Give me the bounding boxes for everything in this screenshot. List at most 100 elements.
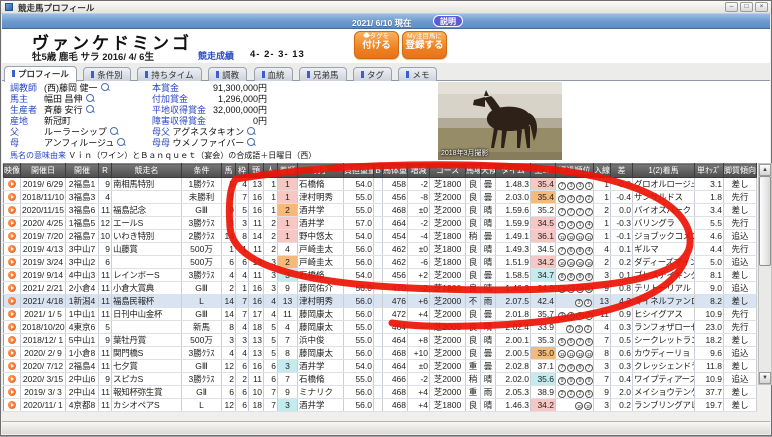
video-play-icon[interactable]	[8, 362, 16, 370]
cell-r: 4	[98, 190, 112, 204]
cell-diff: ±0	[407, 359, 430, 373]
cell-cond: GⅢ	[181, 281, 222, 295]
register-watchlist-button[interactable]: My注目馬に 登録する	[402, 31, 447, 59]
table-row[interactable]: 2018/11/10 3福島3 4 未勝利 9 7 16 1 1 津村明秀 55.0 456 -8 芝20…	[3, 190, 757, 204]
video-play-icon[interactable]	[8, 349, 16, 357]
cell-kai: 2福島4	[65, 359, 99, 373]
cell-body: 464	[382, 333, 408, 347]
cell-sa: 2.0	[610, 385, 633, 399]
maximize-button[interactable]: □	[740, 2, 753, 12]
name-meaning-value: Ｖｉｎ（ワイン）とＢａｎｑｕｅｔ（宴会）の合成語＋日曜日（西）	[68, 151, 317, 160]
tab-profile[interactable]: プロフィール	[4, 66, 77, 82]
video-play-icon[interactable]	[8, 193, 16, 201]
scrollbar-thumb[interactable]	[759, 176, 771, 266]
tab-tags[interactable]: タグ	[352, 67, 392, 82]
add-tag-button[interactable]: タグを 付ける	[354, 31, 399, 59]
cell-odds: 3.4	[694, 203, 724, 217]
cell-kin: 54.0	[343, 177, 374, 191]
video-play-icon[interactable]	[8, 401, 16, 409]
video-play-icon[interactable]	[8, 258, 16, 266]
cell-sa: -0.1	[610, 229, 633, 243]
video-play-icon[interactable]	[8, 297, 16, 305]
cell-r: 11	[98, 346, 112, 360]
video-play-icon[interactable]	[8, 284, 16, 292]
cell-nin: 6	[263, 372, 278, 386]
tab-pedigree[interactable]: 血統	[253, 67, 293, 82]
help-button[interactable]: 説明	[433, 15, 463, 27]
corner-position: 10	[585, 285, 593, 293]
table-row[interactable]: 2020/ 4/25 1福島5 12 エールS 3勝ｸﾗｽ 3 3 11 2 1 酒井学 57.0 46…	[3, 216, 757, 230]
cell-tou: 11	[248, 242, 264, 256]
table-row[interactable]: 2019/ 4/13 3中山7 9 山藤賞 500万 1 1 11 2 4 戸崎圭太 56.0 462 ±…	[3, 242, 757, 256]
table-row[interactable]: 2019/ 9/14 4中山3 11 レインボーS 3勝ｸﾗｽ 4 4 11 3 3 石橋脩 54.0…	[3, 268, 757, 282]
table-row[interactable]: 2021/ 4/18 1新潟4 11 福島民報杯 L 14 7 16 4 13 津村明秀 56.0 47…	[3, 294, 757, 308]
table-row[interactable]: 2020/11/15 3福島6 11 福島記念 GⅢ 9 5 16 1 2 酒井学 55.0 468 ±0…	[3, 203, 757, 217]
table-row[interactable]: 2018/10/20 4東京6 5 新馬 8 4 18 5 4 藤岡康太 55.0 464 --- 芝20…	[3, 320, 757, 334]
breeder-value: 斉藤 安行	[44, 105, 83, 115]
cell-time: 1.48.3	[495, 177, 531, 191]
minimize-button[interactable]: –	[725, 2, 738, 12]
tab-conditions[interactable]: 条件別	[83, 67, 131, 82]
video-play-icon[interactable]	[8, 323, 16, 331]
cell-kai: 3中山2	[65, 255, 99, 269]
cell-chaku: 13	[277, 294, 298, 308]
cell-race: いわき特別	[111, 229, 182, 243]
scroll-up-button[interactable]: ▲	[759, 164, 771, 176]
video-play-icon[interactable]	[8, 336, 16, 344]
table-row[interactable]: 2019/ 3/ 3 2中山4 11 報知杯弥生賞 GⅡ 6 6 10 7 9 ミナリク 56.0 46…	[3, 385, 757, 399]
cell-waku: 6	[235, 359, 249, 373]
table-row[interactable]: 2021/ 2/21 2小倉4 11 小倉大賞典 GⅢ 2 1 16 3 9 藤岡佑介 56.0 470…	[3, 281, 757, 295]
cell-sa: 0.2	[610, 398, 633, 412]
video-play-icon[interactable]	[8, 271, 16, 279]
table-row[interactable]: 2019/ 7/20 2福島7 10 いわき特別 2勝ｸﾗｽ 14 8 14 2 1 野中悠太 54.…	[3, 229, 757, 243]
search-icon[interactable]	[117, 138, 126, 146]
status-bar	[2, 421, 770, 434]
cell-time: 1.58.5	[495, 268, 531, 282]
cell-course: 芝2000	[429, 320, 466, 334]
cell-diff: -6	[407, 255, 430, 269]
video-play-icon[interactable]	[8, 375, 16, 383]
tab-best-times[interactable]: 持ちタイム	[137, 67, 202, 82]
video-play-icon[interactable]	[8, 180, 16, 188]
video-play-icon[interactable]	[8, 310, 16, 318]
search-icon[interactable]	[85, 94, 94, 102]
cell-kin: 56.0	[343, 294, 374, 308]
video-play-icon[interactable]	[8, 245, 16, 253]
close-button[interactable]: ×	[755, 2, 768, 12]
corner-position: 8	[585, 272, 593, 281]
table-row[interactable]: 2021/ 1/ 5 1中山1 11 日刊中山金杯 GⅢ 14 7 17 4 11 藤岡康太 56.0…	[3, 307, 757, 321]
table-row[interactable]: 2019/ 6/29 2福島1 9 南相馬特別 1勝ｸﾗｽ 5 4 13 1 1 石橋脩 54.0 45…	[3, 177, 757, 191]
table-row[interactable]: 2020/ 3/15 2中山6 9 スピカS 3勝ｸﾗｽ 2 2 11 6 7 石橋脩 55.0 466…	[3, 372, 757, 386]
table-row[interactable]: 2020/ 7/12 2福島4 11 七夕賞 GⅢ 12 6 16 6 3 酒井学 54.0 464 ±0…	[3, 359, 757, 373]
cell-nin: 2	[263, 216, 278, 230]
search-icon[interactable]	[100, 83, 109, 91]
table-row[interactable]: 2019/ 3/24 3中山2 6 500万 6 6 13 3 2 戸崎圭太 56.0 462 -6 芝1…	[3, 255, 757, 269]
search-icon[interactable]	[247, 138, 256, 146]
tab-memo[interactable]: メモ	[398, 67, 438, 82]
cell-course: 芝1800	[429, 281, 466, 295]
video-play-icon[interactable]	[8, 206, 16, 214]
table-row[interactable]: 2020/11/ 1 4京都8 11 カシオペアS L 12 6 18 7 3 酒井学 56.0 468…	[3, 398, 757, 412]
cell-baba: 不	[465, 294, 481, 308]
corner-position: 2	[576, 389, 584, 398]
video-play-icon[interactable]	[8, 388, 16, 396]
tab-siblings[interactable]: 兄弟馬	[299, 67, 347, 82]
cell-nin: 7	[263, 385, 278, 399]
cell-agari: 35.4	[530, 190, 556, 204]
cell-time: 2.05.3	[495, 385, 531, 399]
scroll-down-button[interactable]: ▼	[759, 372, 771, 384]
table-row[interactable]: 2018/12/ 1 5中山1 9 葉牡丹賞 500万 3 3 13 5 7 浜中俊 55.0 464 +…	[3, 333, 757, 347]
table-row[interactable]: 2020/ 2/ 9 1小倉8 11 関門橋S 3勝ｸﾗｽ 4 4 13 5 8 藤岡康太 56.0 4…	[3, 346, 757, 360]
vertical-scrollbar[interactable]: ▲ ▼	[758, 163, 772, 385]
video-play-icon[interactable]	[8, 219, 16, 227]
cell-jockey: 藤岡康太	[297, 320, 344, 334]
cell-style: 差し	[723, 385, 757, 399]
tab-training[interactable]: 調教	[208, 67, 248, 82]
cell-b	[373, 203, 383, 217]
search-icon[interactable]	[247, 127, 256, 135]
search-icon[interactable]	[85, 105, 94, 113]
cell-pass: 10 10 10 10	[555, 281, 594, 295]
video-play-icon[interactable]	[8, 232, 16, 240]
search-icon[interactable]	[109, 127, 118, 135]
cell-course: 芝2000	[429, 294, 466, 308]
